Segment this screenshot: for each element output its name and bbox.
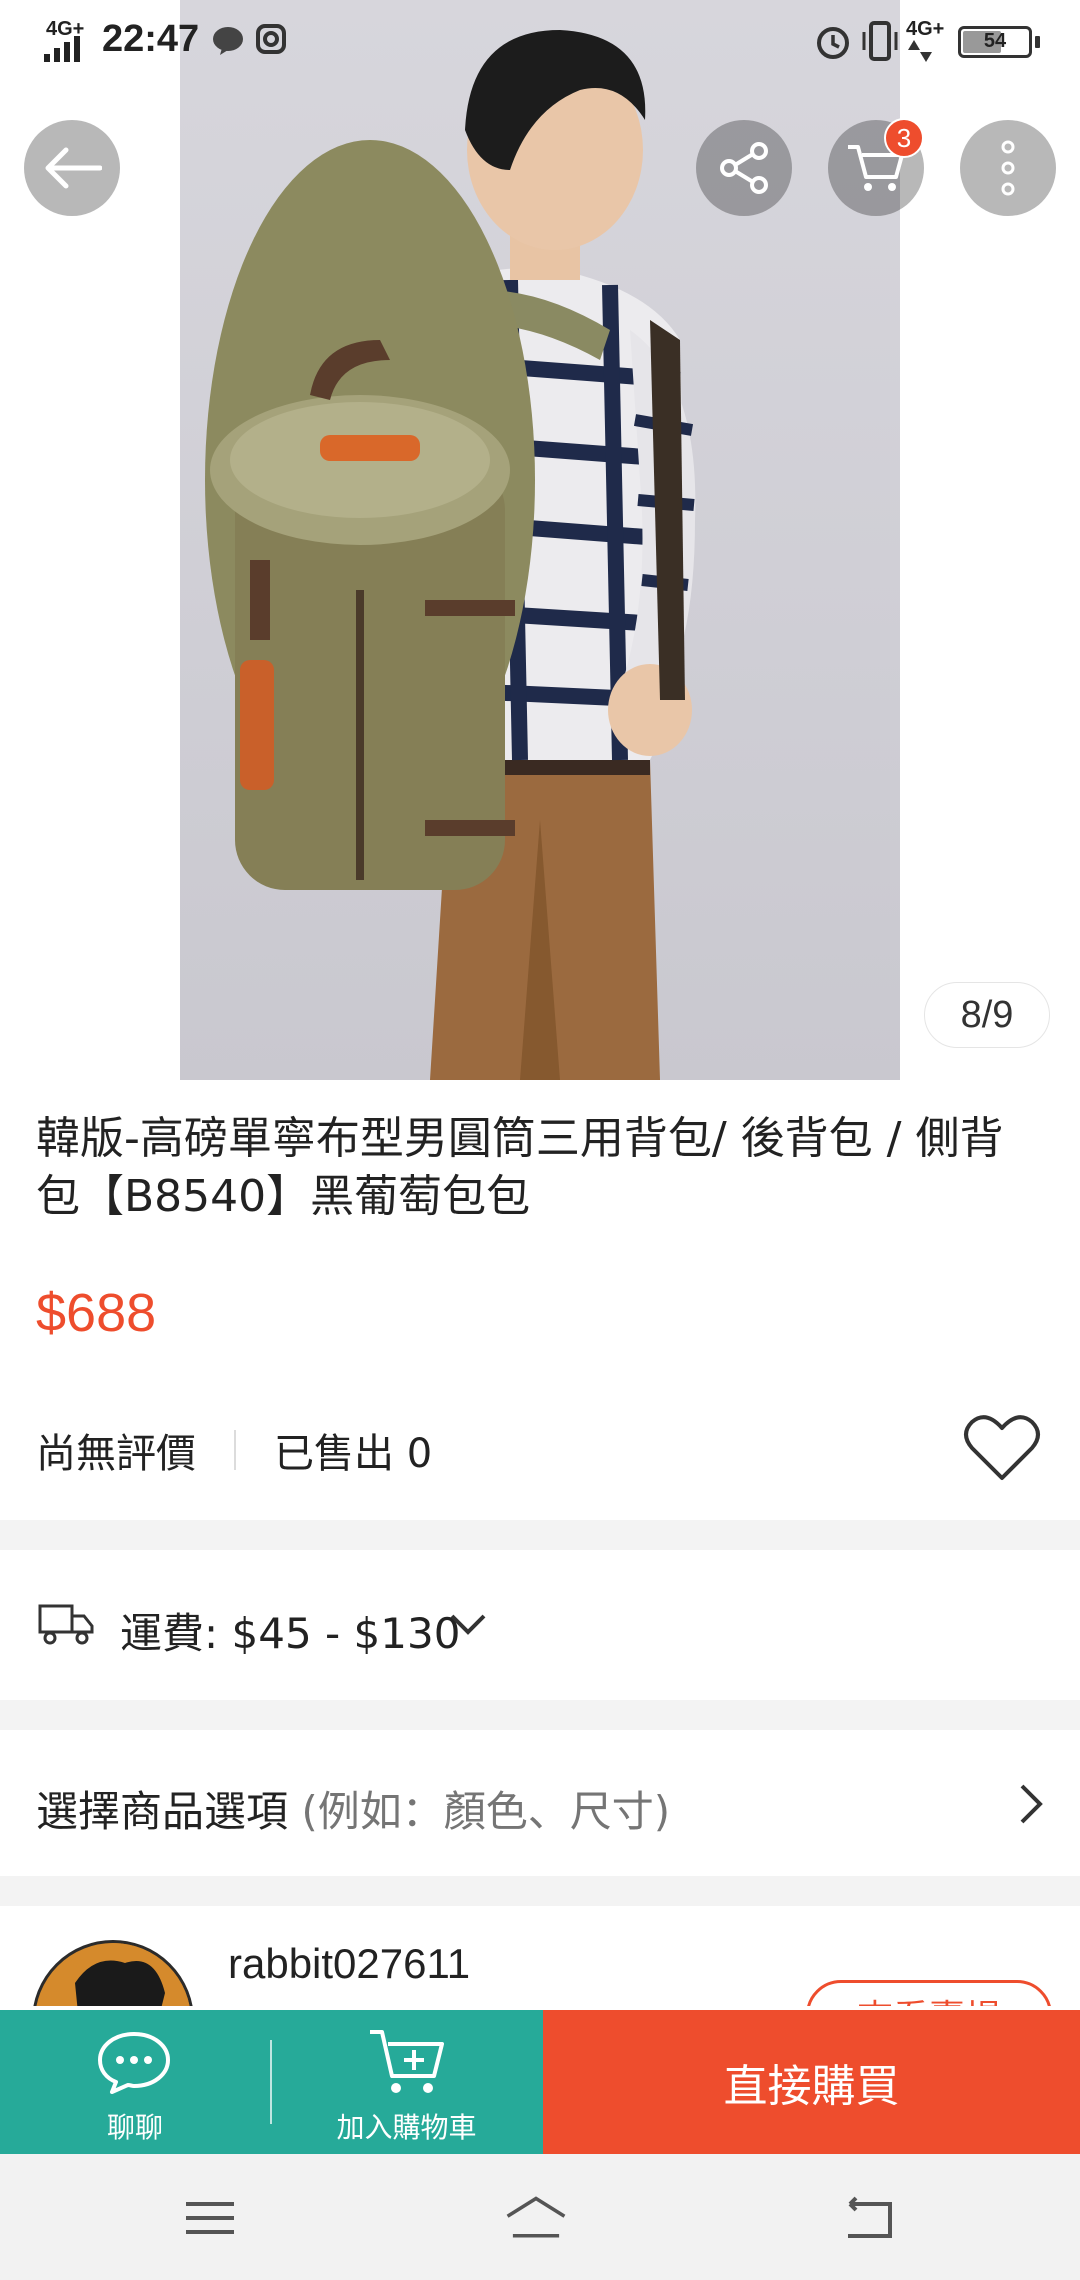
select-options-title: 選擇商品選項 <box>36 1787 289 1836</box>
action-divider <box>270 2040 272 2124</box>
alarm-icon <box>817 27 849 59</box>
section-divider <box>0 1700 1080 1730</box>
rating-sales-row: 尚無評價 已售出 0 <box>36 1420 432 1480</box>
sold-count: 已售出 0 <box>274 1431 433 1477</box>
add-to-cart-button[interactable]: 加入購物車 <box>270 2010 543 2154</box>
heart-icon <box>964 1415 1040 1480</box>
add-to-cart-icon <box>370 2030 444 2093</box>
truck-icon <box>38 1604 94 1645</box>
back-arrow-icon <box>45 147 102 189</box>
shop-avatar[interactable] <box>32 1940 194 2006</box>
clock: 22:47 <box>102 18 200 60</box>
shipping-fee-text: 運費: $45 - $130 <box>120 1609 461 1658</box>
shipping-row[interactable]: 運費: $45 - $130 <box>0 1550 1080 1700</box>
system-navigation-bar <box>0 2154 1080 2280</box>
share-button[interactable] <box>696 120 792 216</box>
view-shop-button[interactable]: 查看賣場 <box>806 1980 1052 2006</box>
chevron-down-icon <box>450 1614 486 1635</box>
product-title: 韓版-高磅單寧布型男圓筒三用背包/ 後背包 / 側背包【B8540】黑葡萄包包 <box>36 1113 1004 1222</box>
home-icon[interactable] <box>504 2190 568 2246</box>
chevron-right-icon <box>1020 1784 1043 1824</box>
like-button[interactable] <box>962 1412 1042 1484</box>
product-photo-illustration <box>205 30 696 1080</box>
data-arrows-icon <box>908 40 932 62</box>
section-divider <box>0 1520 1080 1550</box>
select-options-row[interactable]: 選擇商品選項 (例如：顏色、尺寸) <box>0 1730 1080 1876</box>
share-icon <box>720 142 768 194</box>
product-photo[interactable] <box>180 0 900 1080</box>
divider <box>234 1430 236 1470</box>
chat-bubble-icon <box>98 2032 170 2094</box>
line-app-icon <box>213 27 243 55</box>
more-vertical-icon <box>1001 140 1015 196</box>
shop-info-row[interactable]: rabbit027611 查看賣場 <box>0 1906 1080 2006</box>
select-options-label: 選擇商品選項 (例如：顏色、尺寸) <box>36 1778 670 1839</box>
menu-icon[interactable] <box>178 2190 242 2246</box>
status-bar: 4G+ 22:47 4G+ 54 <box>0 0 1080 80</box>
secondary-network-type: 4G+ <box>906 18 945 40</box>
add-to-cart-label: 加入購物車 <box>336 2111 477 2144</box>
rating-text: 尚無評價 <box>36 1431 196 1477</box>
back-button[interactable] <box>24 120 120 216</box>
battery-tip <box>1035 36 1040 48</box>
section-divider <box>0 1876 1080 1906</box>
cart-count-badge: 3 <box>884 118 924 158</box>
image-page-counter: 8/9 <box>924 982 1050 1048</box>
bottom-action-bar: 聊聊 加入購物車 直接購買 <box>0 2010 1080 2154</box>
chat-button[interactable]: 聊聊 <box>0 2010 270 2154</box>
battery-icon: 54 <box>958 26 1032 58</box>
buy-now-button[interactable]: 直接購買 <box>543 2010 1080 2154</box>
signal-icon <box>44 36 80 62</box>
chat-label: 聊聊 <box>106 2111 163 2144</box>
product-price: $688 <box>36 1283 157 1343</box>
vibrate-icon <box>862 21 898 61</box>
battery-level: 54 <box>983 30 1007 52</box>
instagram-icon <box>256 24 286 54</box>
shop-avatar-image <box>37 1943 191 2006</box>
select-options-hint: (例如：顏色、尺寸) <box>288 1787 671 1836</box>
shop-name[interactable]: rabbit027611 <box>228 1940 470 1988</box>
back-nav-icon[interactable] <box>838 2190 902 2246</box>
more-options-button[interactable] <box>960 120 1056 216</box>
